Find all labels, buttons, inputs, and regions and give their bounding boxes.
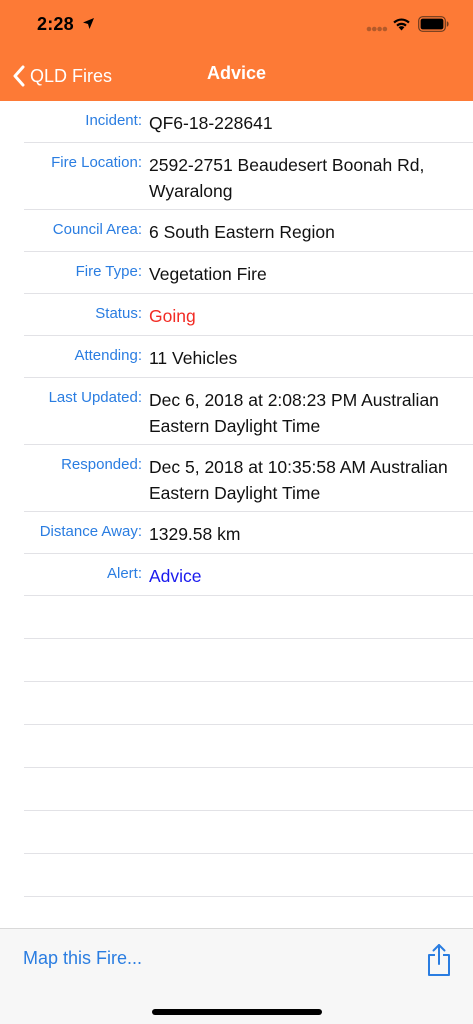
last-updated-value: Dec 6, 2018 at 2:08:23 PM Australian Eas… [149,390,439,436]
detail-row-responded: Responded: Dec 5, 2018 at 10:35:58 AM Au… [24,445,473,512]
detail-row-distance-away: Distance Away: 1329.58 km [24,512,473,554]
cellular-signal-icon [366,26,388,32]
empty-table-row [24,854,473,897]
screen: 2:28 QLD Fires Advice Incident: QF6-18-2… [0,0,473,1024]
back-button[interactable]: QLD Fires [12,60,112,92]
share-icon[interactable] [426,943,452,977]
status-label: Status: [95,305,142,322]
incident-details-list: Incident: QF6-18-228641 Fire Location: 2… [0,101,473,897]
fire-location-value: 2592-2751 Beaudesert Boonah Rd, Wyaralon… [149,155,425,201]
last-updated-label: Last Updated: [48,389,142,406]
distance-away-label: Distance Away: [39,523,142,540]
detail-row-status: Status: Going [24,294,473,336]
detail-row-last-updated: Last Updated: Dec 6, 2018 at 2:08:23 PM … [24,378,473,445]
incident-label: Incident: [85,112,142,129]
empty-table-row [24,639,473,682]
attending-value: 11 Vehicles [149,348,238,368]
empty-table-row [24,725,473,768]
alert-value: Advice [149,566,202,586]
council-area-value: 6 South Eastern Region [149,222,335,242]
detail-row-incident: Incident: QF6-18-228641 [24,101,473,143]
status-time: 2:28 [37,14,74,34]
fire-type-value: Vegetation Fire [149,264,267,284]
detail-row-council-area: Council Area: 6 South Eastern Region [24,210,473,252]
fire-type-label: Fire Type: [75,263,142,280]
location-arrow-icon [83,18,94,29]
fire-location-label: Fire Location: [51,154,142,171]
council-area-label: Council Area: [52,221,142,238]
alert-label: Alert: [106,565,142,582]
empty-table-row [24,811,473,854]
map-this-fire-button[interactable]: Map this Fire... [23,948,142,969]
battery-icon [418,16,449,32]
wifi-icon [393,18,410,31]
empty-table-row [24,768,473,811]
detail-row-fire-type: Fire Type: Vegetation Fire [24,252,473,294]
distance-away-value: 1329.58 km [149,524,241,544]
detail-row-attending: Attending: 11 Vehicles [24,336,473,378]
home-indicator [152,1009,322,1015]
responded-label: Responded: [61,456,142,473]
attending-label: Attending: [74,347,142,364]
detail-row-alert: Alert: Advice [24,554,473,596]
empty-table-row [24,682,473,725]
incident-value: QF6-18-228641 [149,113,273,133]
navigation-header: 2:28 QLD Fires Advice [0,0,473,101]
detail-row-fire-location: Fire Location: 2592-2751 Beaudesert Boon… [24,143,473,210]
responded-value: Dec 5, 2018 at 10:35:58 AM Australian Ea… [149,457,448,503]
chevron-left-icon [13,65,25,87]
empty-table-row [24,596,473,639]
back-button-label: QLD Fires [30,65,113,86]
status-value: Going [149,306,196,326]
